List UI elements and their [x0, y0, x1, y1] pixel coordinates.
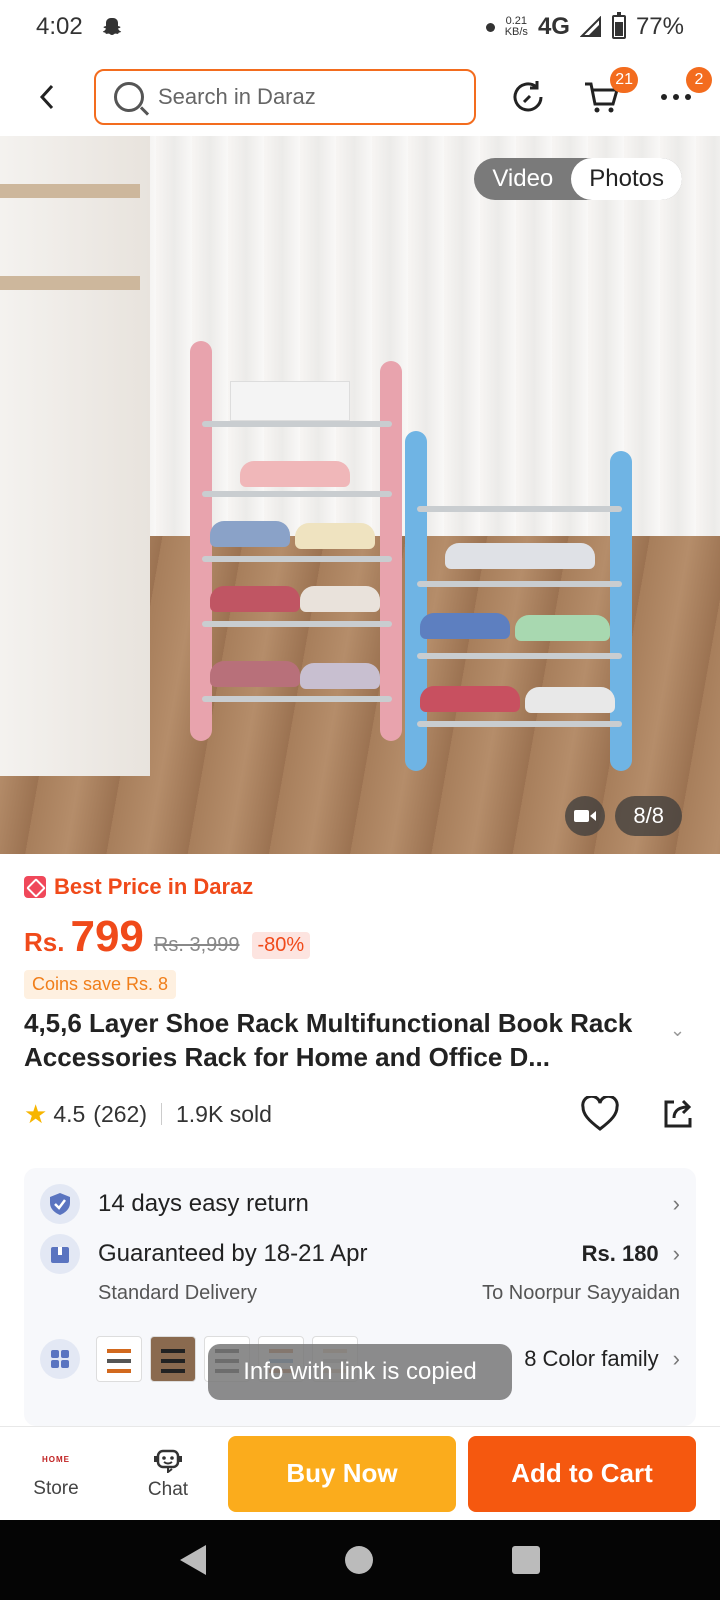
store-logo: HOME — [42, 1454, 70, 1464]
chevron-down-icon[interactable]: ⌄ — [670, 1020, 685, 1074]
product-title-row[interactable]: 4,5,6 Layer Shoe Rack Multifunctional Bo… — [24, 1006, 704, 1074]
media-type-toggle[interactable]: Video Photos — [474, 158, 682, 200]
bottom-action-bar: HOME Store Chat Buy Now Add to Cart — [0, 1426, 720, 1520]
price-row: Rs. 799 Rs. 3,999 -80% — [24, 912, 696, 961]
nav-recents-icon[interactable] — [512, 1546, 541, 1574]
heart-icon[interactable] — [580, 1096, 620, 1132]
delivery-type: Standard Delivery — [98, 1282, 257, 1304]
video-tab[interactable]: Video — [474, 158, 571, 200]
coins-badge: Coins save Rs. 8 — [24, 970, 177, 999]
rating-row: ★ 4.5 (262) 1.9K sold — [24, 1092, 696, 1136]
network-speed: 0.21 KB/s — [504, 15, 528, 38]
battery-level: 77% — [635, 13, 684, 40]
store-button[interactable]: HOME Store — [0, 1448, 112, 1500]
share-icon[interactable] — [660, 1096, 696, 1132]
cart-button[interactable]: 21 — [576, 67, 638, 123]
history-button[interactable] — [502, 71, 554, 123]
delivery-location[interactable]: To Noorpur Sayyaidan — [482, 1282, 680, 1305]
video-camera-icon[interactable] — [565, 796, 606, 836]
cart-badge: 21 — [610, 67, 638, 93]
back-button[interactable] — [0, 58, 94, 136]
best-price-label: Best Price in Daraz — [54, 874, 254, 899]
top-header: 21 2 — [0, 58, 720, 136]
system-nav-bar — [0, 1520, 720, 1600]
snapchat-icon — [102, 18, 121, 35]
delivery-row[interactable]: Guaranteed by 18-21 Apr Rs. 180 › — [40, 1234, 680, 1274]
product-image-gallery[interactable]: Video Photos 8/8 — [0, 136, 720, 854]
status-bar: 4:02 0.21 KB/s 4G 77% — [0, 0, 720, 54]
more-button[interactable]: 2 — [650, 67, 712, 123]
chat-label: Chat — [147, 1478, 189, 1500]
back-arrow-icon — [39, 84, 54, 110]
pink-shoe-rack — [190, 341, 420, 741]
more-badge: 2 — [686, 67, 712, 93]
sold-count: 1.9K sold — [176, 1100, 272, 1127]
gallery-page-indicator: 8/8 — [565, 796, 682, 836]
variant-thumbnail[interactable] — [96, 1336, 142, 1382]
nav-home-icon[interactable] — [344, 1546, 373, 1574]
product-title: 4,5,6 Layer Shoe Rack Multifunctional Bo… — [24, 1008, 633, 1072]
buy-now-button[interactable]: Buy Now — [228, 1435, 456, 1512]
search-bar[interactable] — [94, 69, 476, 125]
variant-thumbnail[interactable] — [150, 1336, 196, 1382]
page-count: 8/8 — [615, 796, 682, 836]
review-count[interactable]: (262) — [93, 1101, 147, 1128]
nav-back-icon[interactable] — [179, 1545, 206, 1575]
chevron-right-icon: › — [672, 1191, 680, 1216]
star-icon: ★ — [24, 1098, 48, 1129]
toast-message: Info with link is copied — [208, 1344, 512, 1400]
store-label: Store — [33, 1477, 79, 1499]
refresh-history-icon — [513, 81, 543, 112]
battery-icon — [611, 12, 626, 39]
chat-bot-icon — [154, 1449, 182, 1473]
photos-tab[interactable]: Photos — [571, 158, 682, 200]
signal-icon — [579, 16, 601, 37]
shield-check-icon — [40, 1184, 80, 1224]
search-icon — [114, 82, 144, 112]
blue-shoe-rack — [405, 431, 650, 771]
current-price: 799 — [70, 912, 144, 961]
original-price: Rs. 3,999 — [153, 934, 240, 956]
color-family-label: 8 Color family — [524, 1346, 659, 1371]
price-tag-icon — [24, 876, 46, 898]
chat-button[interactable]: Chat — [112, 1447, 224, 1501]
chevron-right-icon: › — [672, 1346, 680, 1371]
rating-value[interactable]: 4.5 — [53, 1101, 85, 1128]
delivery-box-icon — [40, 1234, 80, 1274]
delivery-price: Rs. 180 — [581, 1241, 659, 1266]
search-input[interactable] — [158, 84, 438, 110]
return-policy-label: 14 days easy return — [98, 1190, 309, 1217]
notification-dot-icon — [485, 22, 495, 32]
chevron-right-icon: › — [672, 1241, 680, 1266]
return-policy-row[interactable]: 14 days easy return › — [40, 1184, 680, 1224]
price-section: Best Price in Daraz Rs. 799 Rs. 3,999 -8… — [24, 872, 696, 999]
cabinet — [0, 136, 150, 776]
currency: Rs. — [24, 927, 65, 957]
divider — [161, 1103, 162, 1125]
grid-icon — [40, 1339, 80, 1379]
delivery-date-label: Guaranteed by 18-21 Apr — [98, 1240, 368, 1267]
network-type: 4G — [537, 13, 570, 40]
status-time: 4:02 — [36, 13, 83, 40]
discount-badge: -80% — [251, 932, 311, 959]
add-to-cart-button[interactable]: Add to Cart — [468, 1435, 696, 1512]
best-price-banner: Best Price in Daraz — [24, 872, 696, 902]
more-dots-icon — [661, 94, 691, 100]
